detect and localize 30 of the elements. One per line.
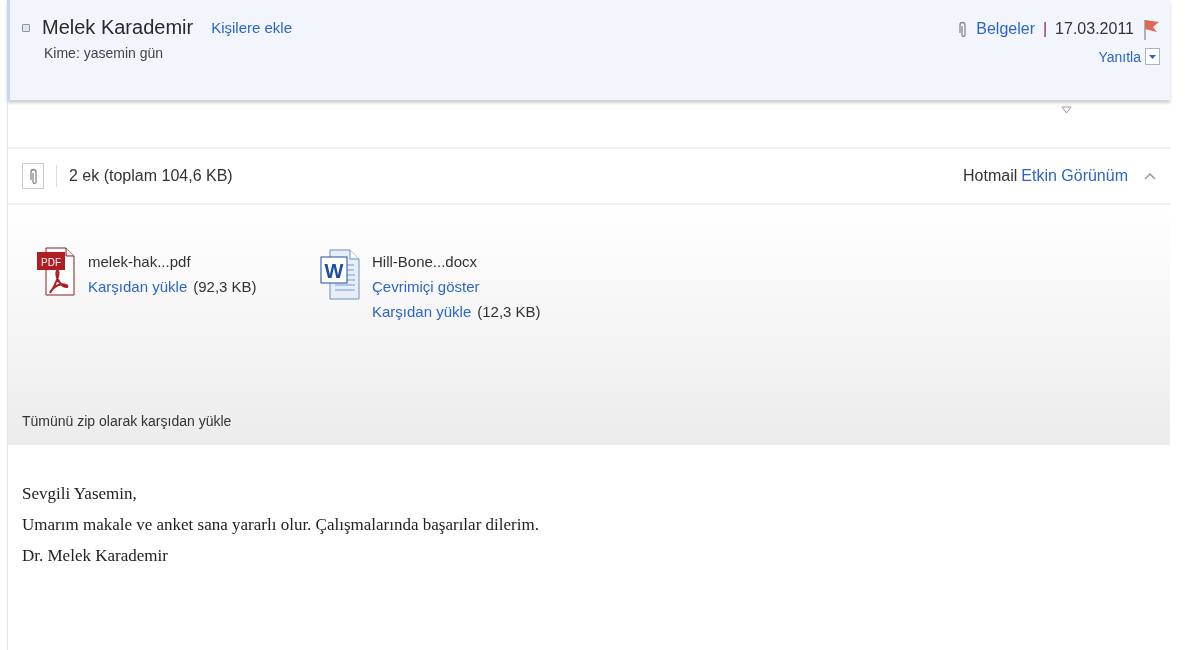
file-action-link[interactable]: Çevrimiçi göster (372, 278, 480, 295)
collapse-icon[interactable] (1144, 171, 1156, 181)
attachment-summary: 2 ek (toplam 104,6 KB) (69, 167, 233, 185)
paperclip-icon (956, 20, 969, 38)
message-text: Dr. Melek Karademir (22, 545, 169, 566)
add-contact-link[interactable]: Kişilere ekle (211, 19, 293, 36)
file-name: Hill-Bone...docx (372, 253, 479, 270)
file-name: melek-hak...pdf (88, 253, 192, 270)
separator-text: | (1042, 20, 1048, 38)
message-text: Sevgili Yasemin, (22, 483, 138, 504)
recipient-text: Kime: yasemin gün (44, 45, 165, 61)
documents-link[interactable]: Belgeler (976, 20, 1035, 38)
attachment-button[interactable] (22, 163, 44, 189)
message-text: Umarım makale ve anket sana yararlı olur. Çalışmalarında başarılar dilerim. (22, 514, 540, 535)
sender-name: Melek Karademir (42, 16, 194, 39)
file-size: (92,3 KB) (193, 278, 257, 295)
file-action-link[interactable]: Karşıdan yükle (372, 303, 472, 320)
download-all-link[interactable]: Tümünü zip olarak karşıdan yükle (22, 413, 1170, 429)
date-text: 17.03.2011 (1055, 20, 1134, 38)
file-size: (12,3 KB) (477, 303, 541, 320)
checkbox[interactable] (22, 23, 30, 32)
flag-icon[interactable] (1142, 18, 1160, 40)
expand-icon[interactable] (1061, 106, 1072, 114)
reply-link[interactable]: Yanıtla (1098, 48, 1141, 65)
paperclip-icon (27, 167, 39, 185)
file-action-link[interactable]: Karşıdan yükle (88, 278, 188, 295)
dropdown-button[interactable] (1145, 48, 1160, 65)
view-label: Hotmail (963, 167, 1018, 185)
caret-icon (1149, 54, 1156, 59)
active-view-link[interactable]: Etkin Görünüm (1021, 167, 1128, 185)
